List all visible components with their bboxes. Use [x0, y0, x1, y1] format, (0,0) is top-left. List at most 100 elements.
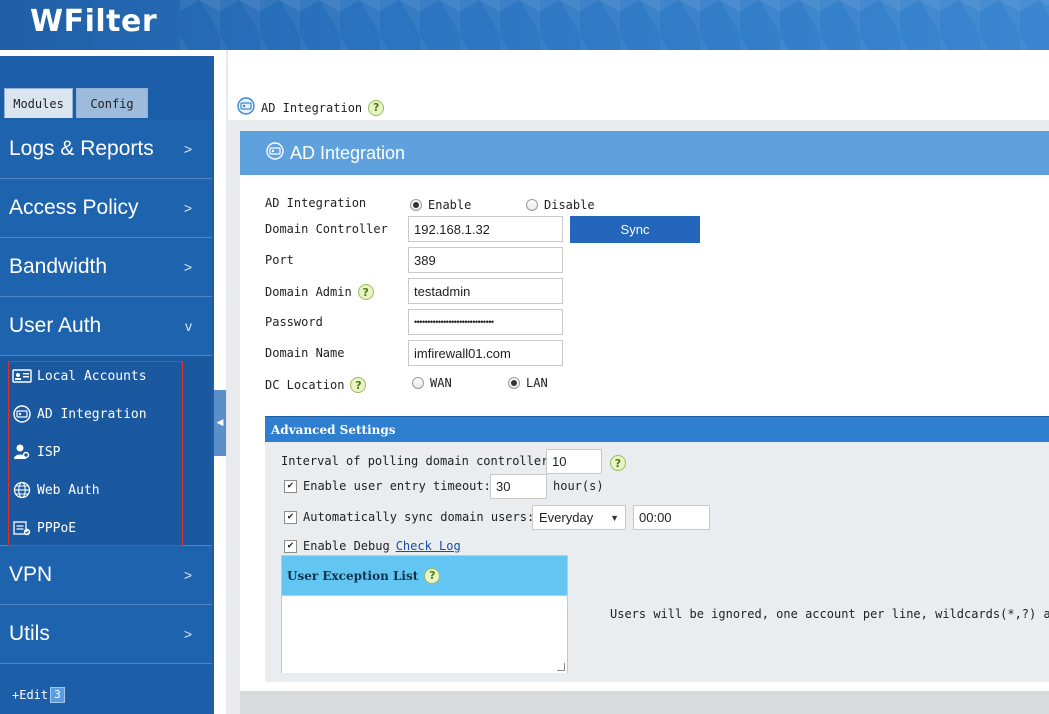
edit-label: +Edit — [12, 688, 49, 702]
chevron-right-icon: > — [183, 259, 192, 275]
lan-radio-label: LAN — [526, 376, 548, 390]
help-icon[interactable]: ? — [424, 567, 441, 584]
dropdown-arrow-icon: ▼ — [610, 512, 619, 523]
ad-integration-icon — [266, 141, 284, 165]
breadcrumb-label: AD Integration — [261, 100, 363, 115]
submenu-item-label: ISP — [37, 444, 61, 460]
debug-label: Enable Debug — [303, 539, 390, 553]
user-exception-box: User Exception List ? — [281, 555, 568, 673]
domain-admin-label: Domain Admin ? — [265, 284, 374, 300]
help-icon[interactable]: ? — [350, 377, 367, 393]
check-log-link[interactable]: Check Log — [396, 539, 461, 553]
radio-selected-icon — [508, 377, 520, 389]
sidebar-item-label: User Auth — [9, 314, 102, 337]
submenu-item-web-auth[interactable]: Web Auth — [12, 480, 100, 500]
submenu-item-local-accounts[interactable]: Local Accounts — [12, 366, 147, 386]
disable-radio[interactable]: Disable — [526, 198, 595, 212]
user-exception-title: User Exception List — [287, 568, 419, 583]
panel-title: AD Integration — [290, 142, 406, 163]
submenu-item-label: Local Accounts — [37, 368, 147, 384]
sync-frequency-select[interactable]: Everyday ▼ — [532, 505, 626, 530]
password-input[interactable]: •••••••••••••••••••••••••••••• — [408, 309, 563, 335]
sync-button[interactable]: Sync — [570, 216, 700, 243]
port-input[interactable]: 389 — [408, 247, 563, 273]
tab-config[interactable]: Config — [76, 88, 148, 118]
resize-handle-icon[interactable] — [557, 663, 565, 671]
chevron-right-icon: > — [183, 626, 192, 642]
help-icon[interactable]: ? — [368, 99, 385, 116]
chevron-right-icon: > — [183, 141, 192, 157]
sidebar-item-user-auth[interactable]: User Auth v — [0, 297, 212, 356]
sync-frequency-value: Everyday — [539, 510, 594, 525]
wan-radio-label: WAN — [430, 376, 452, 390]
app-logo: WFilter — [30, 4, 158, 39]
sidebar-menu: Logs & Reports > Access Policy > Bandwid… — [0, 120, 212, 664]
app-header: WFilter — [0, 0, 1049, 50]
help-icon[interactable]: ? — [610, 455, 626, 471]
sync-time-input[interactable]: 00:00 — [633, 505, 710, 530]
radio-unselected-icon — [526, 199, 538, 211]
chevron-right-icon: > — [183, 200, 192, 216]
user-auth-submenu: Local Accounts AD Integration ISP Web Au… — [0, 356, 212, 546]
chevron-right-icon: > — [183, 567, 192, 583]
disable-radio-label: Disable — [544, 198, 595, 212]
header-pattern — [180, 0, 1049, 50]
user-key-icon — [12, 444, 32, 460]
sidebar-item-label: Bandwidth — [9, 255, 108, 278]
polling-interval-input[interactable]: 10 — [546, 449, 602, 474]
edit-link[interactable]: +Edit 3 — [12, 687, 65, 703]
submenu-item-pppoe[interactable]: PPPoE — [12, 518, 76, 538]
submenu-item-label: PPPoE — [37, 520, 77, 536]
debug-row: ✔ Enable Debug Check Log — [284, 539, 461, 553]
advanced-settings-header: Advanced Settings — [265, 416, 1049, 442]
entry-timeout-input[interactable]: 30 — [490, 474, 547, 499]
submenu-item-ad-integration[interactable]: AD Integration — [12, 404, 147, 424]
sidebar: Modules Config Logs & Reports > Access P… — [0, 50, 214, 714]
edit-badge: 3 — [50, 687, 65, 703]
sidebar-item-label: Logs & Reports — [9, 137, 154, 160]
tab-modules[interactable]: Modules — [4, 88, 73, 118]
domain-admin-input[interactable]: testadmin — [408, 278, 563, 304]
domain-controller-input[interactable]: 192.168.1.32 — [408, 216, 563, 242]
dc-location-label: DC Location ? — [265, 377, 367, 393]
sidebar-collapse-handle[interactable]: ◀ — [214, 390, 226, 456]
enable-radio[interactable]: Enable — [410, 198, 471, 212]
debug-checkbox[interactable]: ✔ — [284, 539, 297, 553]
domain-controller-label: Domain Controller — [265, 222, 388, 236]
chevron-down-icon: v — [185, 318, 192, 334]
sidebar-item-logs-reports[interactable]: Logs & Reports > — [0, 120, 212, 179]
ad-integration-icon — [237, 97, 255, 118]
sidebar-item-label: Utils — [9, 622, 50, 645]
entry-timeout-unit: hour(s) — [553, 479, 604, 493]
sidebar-tabs: Modules Config — [4, 88, 148, 118]
domain-name-input[interactable]: imfirewall01.com — [408, 340, 563, 366]
wan-radio[interactable]: WAN — [412, 376, 452, 390]
submenu-item-isp[interactable]: ISP — [12, 442, 60, 462]
user-exception-textarea[interactable] — [282, 595, 567, 673]
auto-sync-checkbox[interactable]: ✔ — [284, 510, 297, 524]
sidebar-item-vpn[interactable]: VPN > — [0, 546, 212, 605]
domain-name-label: Domain Name — [265, 346, 345, 360]
entry-timeout-row: ✔ Enable user entry timeout: — [284, 479, 491, 493]
sidebar-item-label: VPN — [9, 563, 53, 586]
user-exception-header: User Exception List ? — [282, 556, 567, 595]
dc-location-label-text: DC Location — [265, 378, 345, 392]
radio-unselected-icon — [412, 377, 424, 389]
lan-radio[interactable]: LAN — [508, 376, 548, 390]
radio-selected-icon — [410, 199, 422, 211]
help-icon[interactable]: ? — [357, 284, 374, 300]
auto-sync-row: ✔ Automatically sync domain users: — [284, 510, 534, 524]
caret-left-icon: ◀ — [216, 418, 224, 428]
sidebar-item-access-policy[interactable]: Access Policy > — [0, 179, 212, 238]
sidebar-top-band — [0, 50, 214, 56]
polling-interval-label: Interval of polling domain controller: — [281, 454, 556, 468]
pppoe-icon — [12, 520, 32, 536]
exception-note: Users will be ignored, one account per l… — [610, 607, 1049, 621]
port-label: Port — [265, 253, 294, 267]
submenu-item-label: AD Integration — [37, 406, 147, 422]
sidebar-item-utils[interactable]: Utils > — [0, 605, 212, 664]
auto-sync-label: Automatically sync domain users: — [303, 510, 535, 524]
entry-timeout-checkbox[interactable]: ✔ — [284, 479, 297, 493]
entry-timeout-label: Enable user entry timeout: — [303, 479, 491, 493]
sidebar-item-bandwidth[interactable]: Bandwidth > — [0, 238, 212, 297]
